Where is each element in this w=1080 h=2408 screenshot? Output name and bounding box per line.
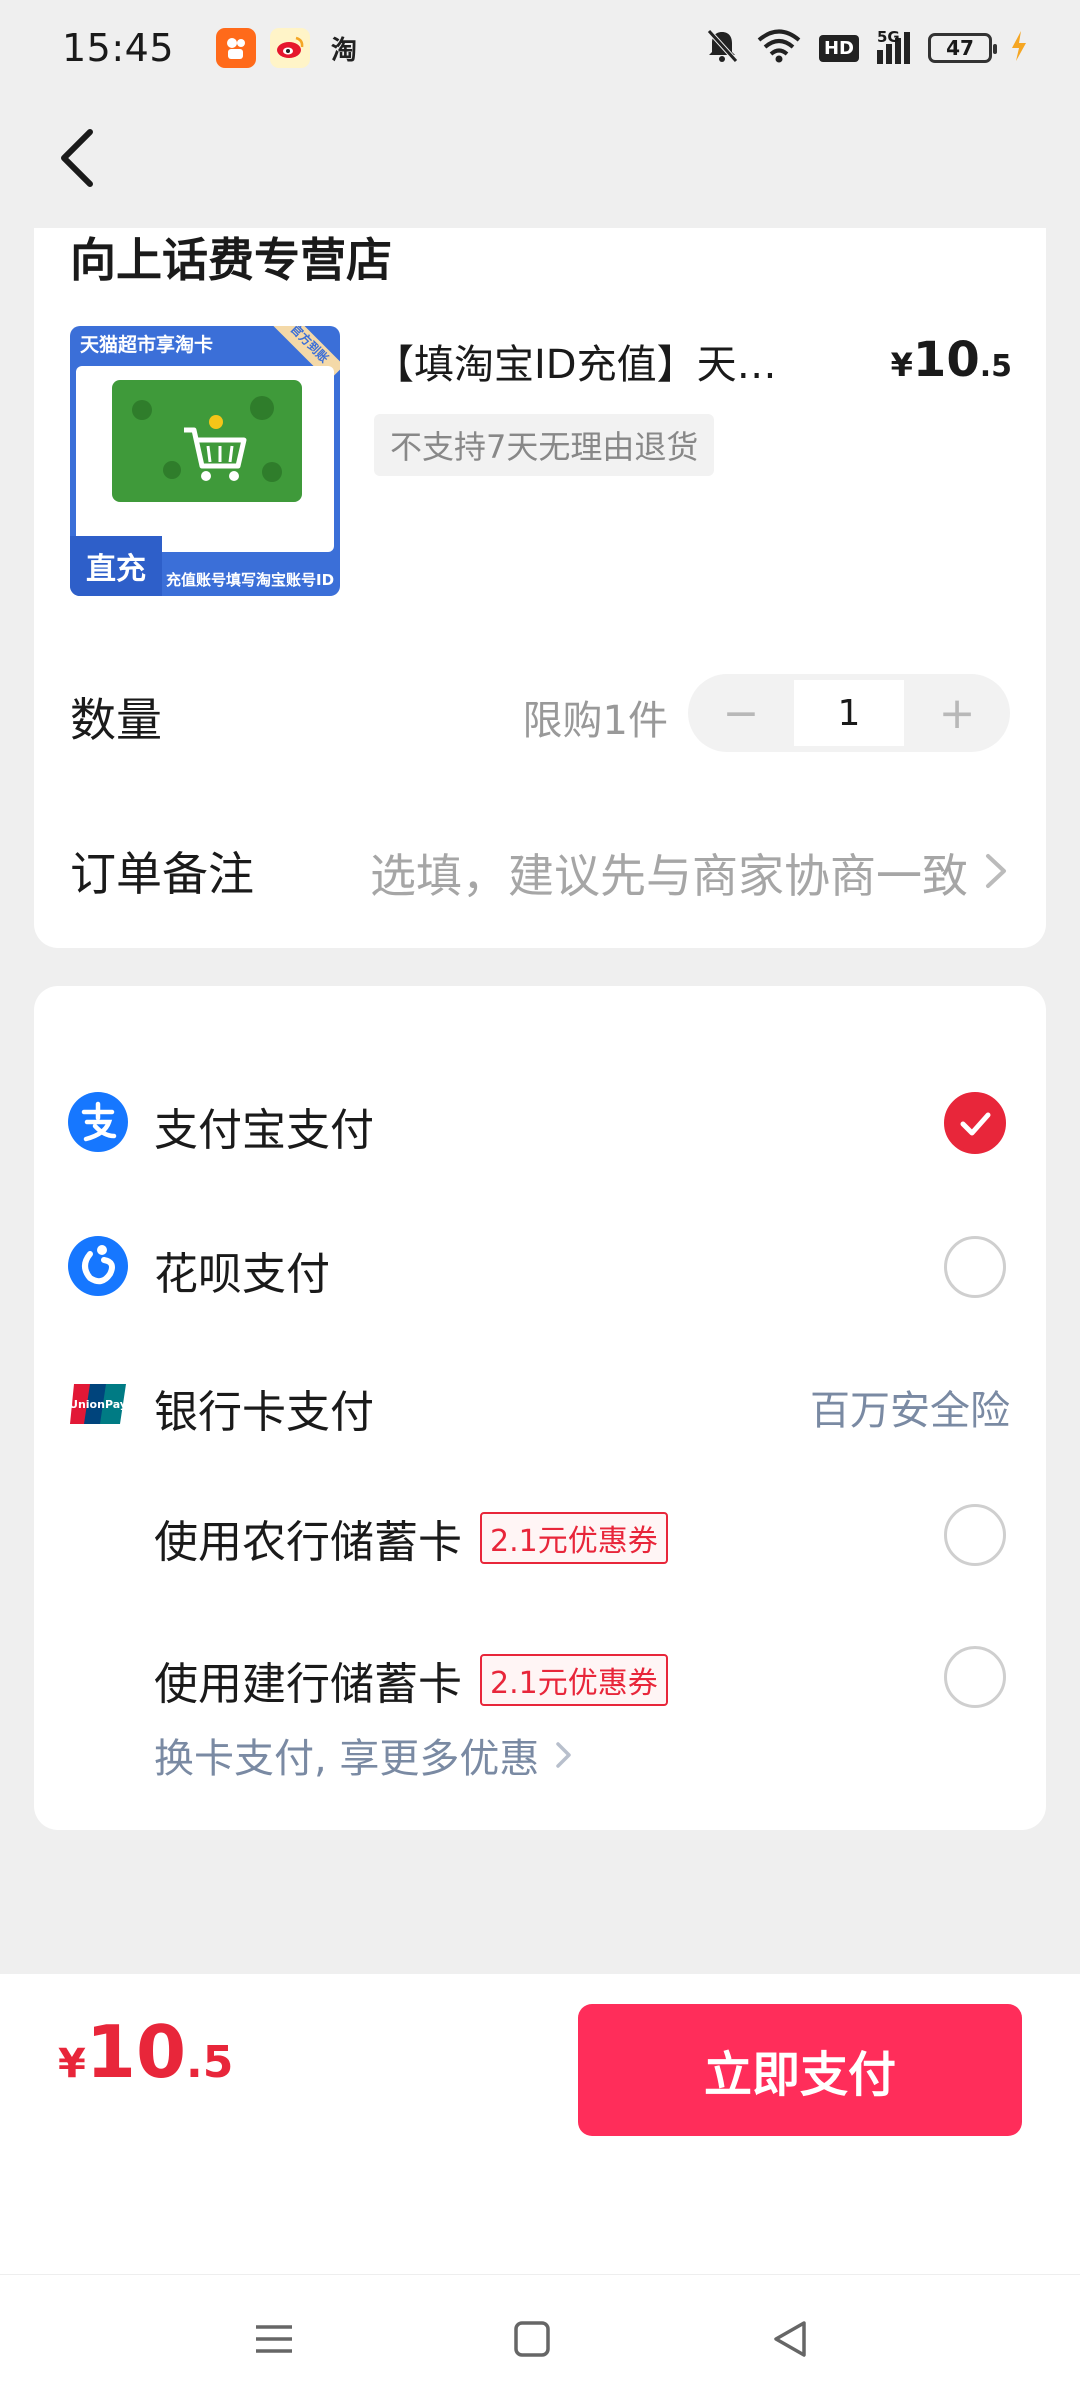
huabei-radio[interactable] bbox=[944, 1236, 1006, 1298]
pay-now-button[interactable]: 立即支付 bbox=[578, 2004, 1022, 2136]
switch-card-label: 换卡支付, 享更多优惠 bbox=[154, 1736, 540, 1782]
total-integer: 10 bbox=[85, 2010, 187, 2094]
product-image[interactable]: 天猫超市享淘卡 官方到账 直充 充值账号填写淘宝账号ID bbox=[70, 326, 340, 596]
notification-icons: 淘 bbox=[216, 28, 364, 68]
status-bar: 15:45 淘 HD 5G 47 bbox=[0, 0, 1080, 96]
quantity-stepper: − 1 + bbox=[688, 674, 1010, 752]
menu-icon[interactable] bbox=[250, 2315, 298, 2363]
purchase-limit: 限购1件 bbox=[522, 698, 668, 744]
wifi-icon bbox=[757, 29, 801, 67]
increment-button[interactable]: + bbox=[904, 688, 1010, 739]
abc-card-radio[interactable] bbox=[944, 1504, 1006, 1566]
ccb-card-label: 使用建行储蓄卡 bbox=[154, 1659, 462, 1710]
kuaishou-icon bbox=[216, 28, 257, 68]
product-card-art bbox=[76, 366, 334, 552]
taobao-icon: 淘 bbox=[331, 35, 358, 66]
payment-methods-card: 支付宝支付 花呗支付 UnionPay 银行卡支付 百万安全险 使用农行储蓄卡 … bbox=[34, 986, 1046, 1830]
payment-option-bankcard: UnionPay 银行卡支付 百万安全险 bbox=[34, 1354, 1046, 1454]
chevron-right-icon bbox=[556, 1742, 572, 1768]
switch-card-link[interactable]: 换卡支付, 享更多优惠 bbox=[154, 1726, 573, 1784]
quantity-value[interactable]: 1 bbox=[794, 680, 904, 746]
abc-card-label: 使用农行储蓄卡 bbox=[154, 1517, 462, 1568]
svg-text:UnionPay: UnionPay bbox=[69, 1398, 127, 1411]
bankcard-option-ccb[interactable]: 使用建行储蓄卡 2.1元优惠券 bbox=[34, 1626, 1046, 1726]
coupon-badge: 2.1元优惠券 bbox=[480, 1654, 668, 1706]
quantity-label: 数量 bbox=[70, 693, 162, 747]
alipay-icon bbox=[68, 1092, 128, 1152]
total-currency: ¥ bbox=[58, 2041, 86, 2087]
chevron-right-icon[interactable] bbox=[980, 848, 1010, 894]
network-type: 5G bbox=[877, 28, 900, 46]
insurance-badge[interactable]: 百万安全险 bbox=[810, 1378, 1010, 1436]
huabei-icon bbox=[68, 1236, 128, 1296]
status-time: 15:45 bbox=[62, 26, 175, 70]
huabei-label: 花呗支付 bbox=[154, 1249, 330, 1300]
order-note-label: 订单备注 bbox=[70, 847, 254, 901]
price-currency: ¥ bbox=[890, 346, 913, 384]
order-note-input[interactable]: 选填，建议先与商家协商一致 bbox=[370, 840, 968, 906]
payment-option-alipay[interactable]: 支付宝支付 bbox=[34, 1072, 1046, 1172]
refund-policy-tag: 不支持7天无理由退货 bbox=[374, 414, 715, 476]
price-decimal: .5 bbox=[979, 349, 1012, 384]
alipay-radio-checked[interactable] bbox=[944, 1092, 1006, 1154]
back-arrow-icon bbox=[61, 129, 93, 187]
system-navigation-bar bbox=[0, 2274, 1080, 2408]
cart-icon bbox=[132, 396, 282, 482]
check-icon bbox=[960, 1112, 991, 1136]
weibo-icon bbox=[270, 28, 311, 68]
home-icon[interactable] bbox=[508, 2315, 556, 2363]
order-card: 向上话费专营店 天猫超市享淘卡 官方到账 直充 充值账号填写淘宝账号ID 【填淘… bbox=[34, 228, 1046, 948]
ccb-card-radio[interactable] bbox=[944, 1646, 1006, 1708]
product-image-banner: 天猫超市享淘卡 bbox=[80, 334, 214, 356]
bankcard-option-abc[interactable]: 使用农行储蓄卡 2.1元优惠券 bbox=[34, 1484, 1046, 1584]
back-triangle-icon[interactable] bbox=[766, 2315, 814, 2363]
nav-bar bbox=[0, 96, 1080, 228]
mute-icon bbox=[705, 28, 739, 68]
product-image-caption: 充值账号填写淘宝账号ID bbox=[166, 571, 335, 589]
decrement-button[interactable]: − bbox=[688, 688, 794, 739]
battery-indicator: 47 bbox=[928, 33, 997, 63]
alipay-label: 支付宝支付 bbox=[154, 1105, 374, 1156]
total-price: ¥10.5 bbox=[58, 2010, 233, 2094]
shop-name[interactable]: 向上话费专营店 bbox=[70, 224, 392, 290]
hd-icon: HD bbox=[818, 34, 859, 62]
total-decimal: .5 bbox=[186, 2037, 234, 2088]
product-price: ¥10.5 bbox=[891, 332, 1012, 388]
direct-charge-badge: 直充 bbox=[70, 536, 162, 596]
price-integer: 10 bbox=[912, 332, 980, 388]
back-button[interactable] bbox=[56, 126, 116, 196]
payment-option-huabei[interactable]: 花呗支付 bbox=[34, 1216, 1046, 1316]
checkout-bar: ¥10.5 立即支付 bbox=[0, 1974, 1080, 2274]
unionpay-icon: UnionPay bbox=[68, 1374, 128, 1434]
coupon-badge: 2.1元优惠券 bbox=[480, 1512, 668, 1564]
system-status: HD 5G 47 bbox=[705, 28, 1028, 68]
charging-icon bbox=[1010, 31, 1028, 65]
bankcard-label: 银行卡支付 bbox=[154, 1387, 374, 1438]
card-graphic bbox=[112, 380, 302, 502]
signal-icon: 5G bbox=[877, 28, 910, 64]
product-title[interactable]: 【填淘宝ID充值】天猫超市享淘卡 bbox=[374, 332, 814, 390]
